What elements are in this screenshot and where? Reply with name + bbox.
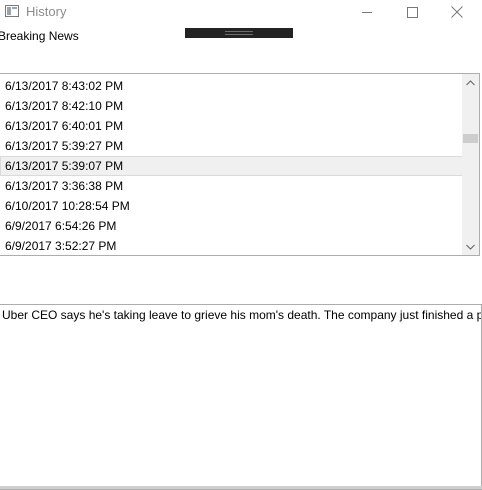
list-item[interactable]: 6/13/2017 5:39:27 PM <box>0 136 463 156</box>
list-item[interactable]: 6/13/2017 8:43:02 PM <box>0 76 463 96</box>
window-icon <box>5 5 19 17</box>
grip-line-icon <box>225 31 253 32</box>
close-button[interactable] <box>434 0 480 24</box>
history-list[interactable]: 6/13/2017 8:43:02 PM 6/13/2017 8:42:10 PM… <box>0 73 480 256</box>
close-icon <box>451 6 463 18</box>
news-detail-text: Uber CEO says he's taking leave to griev… <box>2 308 482 322</box>
minimize-icon <box>362 11 372 13</box>
window-title: History <box>26 4 67 19</box>
scroll-thumb[interactable] <box>463 134 478 143</box>
title-bar[interactable]: History <box>0 0 482 24</box>
grip-line-icon <box>225 34 253 35</box>
minimize-button[interactable] <box>344 0 390 24</box>
list-item[interactable]: 6/13/2017 6:40:01 PM <box>0 116 463 136</box>
list-item[interactable]: 6/13/2017 5:39:07 PM <box>0 156 463 176</box>
list-item[interactable]: 6/13/2017 3:36:38 PM <box>0 176 463 196</box>
drag-handle[interactable] <box>185 28 293 38</box>
list-scrollbar[interactable] <box>462 74 479 255</box>
breaking-news-label: Breaking News <box>0 29 79 43</box>
list-item[interactable]: 6/9/2017 6:54:26 PM <box>0 216 463 236</box>
list-item[interactable]: 6/10/2017 10:28:54 PM <box>0 196 463 216</box>
chevron-up-icon <box>466 79 475 85</box>
list-item[interactable]: 6/9/2017 3:52:27 PM <box>0 236 463 255</box>
scroll-down-button[interactable] <box>462 238 479 255</box>
list-item[interactable]: 6/13/2017 8:42:10 PM <box>0 96 463 116</box>
maximize-button[interactable] <box>389 0 435 24</box>
maximize-icon <box>406 6 418 18</box>
chevron-down-icon <box>466 244 475 250</box>
scroll-up-button[interactable] <box>462 74 479 91</box>
news-detail-textbox[interactable]: Uber CEO says he's taking leave to griev… <box>0 304 482 490</box>
